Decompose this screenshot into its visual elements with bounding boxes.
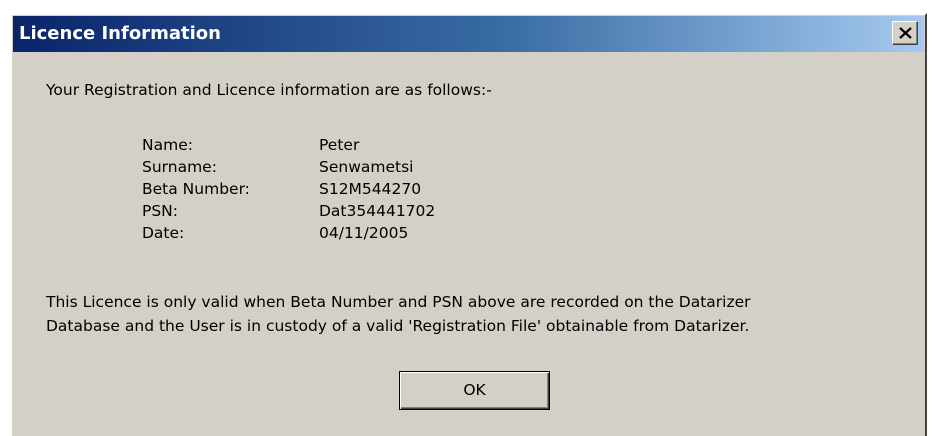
- info-row-beta-number: Beta Number: S12M544270: [142, 178, 435, 200]
- info-row-date: Date: 04/11/2005: [142, 222, 435, 244]
- intro-text: Your Registration and Licence informatio…: [46, 81, 492, 99]
- date-label: Date:: [142, 224, 185, 242]
- licence-validity-note: This Licence is only valid when Beta Num…: [46, 290, 926, 338]
- info-row-psn: PSN: Dat354441702: [142, 200, 435, 222]
- window-title: Licence Information: [19, 23, 221, 44]
- info-row-name: Name: Peter: [142, 134, 435, 156]
- surname-value: Senwametsi: [319, 158, 414, 176]
- close-icon: [899, 27, 912, 39]
- psn-label: PSN:: [142, 202, 179, 220]
- licence-info-list: Name: Peter Surname: Senwametsi Beta Numbe…: [142, 134, 435, 244]
- beta-number-value: S12M544270: [319, 180, 422, 198]
- surname-label: Surname:: [142, 158, 217, 176]
- close-button[interactable]: [892, 21, 918, 45]
- beta-number-label: Beta Number:: [142, 180, 250, 198]
- title-bar[interactable]: Licence Information: [13, 16, 924, 52]
- ok-button[interactable]: OK: [399, 371, 550, 410]
- note-line-2: Database and the User is in custody of a…: [46, 317, 750, 335]
- name-label: Name:: [142, 136, 193, 154]
- date-value: 04/11/2005: [319, 224, 409, 242]
- note-line-1: This Licence is only valid when Beta Num…: [46, 293, 751, 311]
- psn-value: Dat354441702: [319, 202, 436, 220]
- licence-dialog: Licence Information Your Registration an…: [10, 13, 927, 436]
- name-value: Peter: [319, 136, 360, 154]
- info-row-surname: Surname: Senwametsi: [142, 156, 435, 178]
